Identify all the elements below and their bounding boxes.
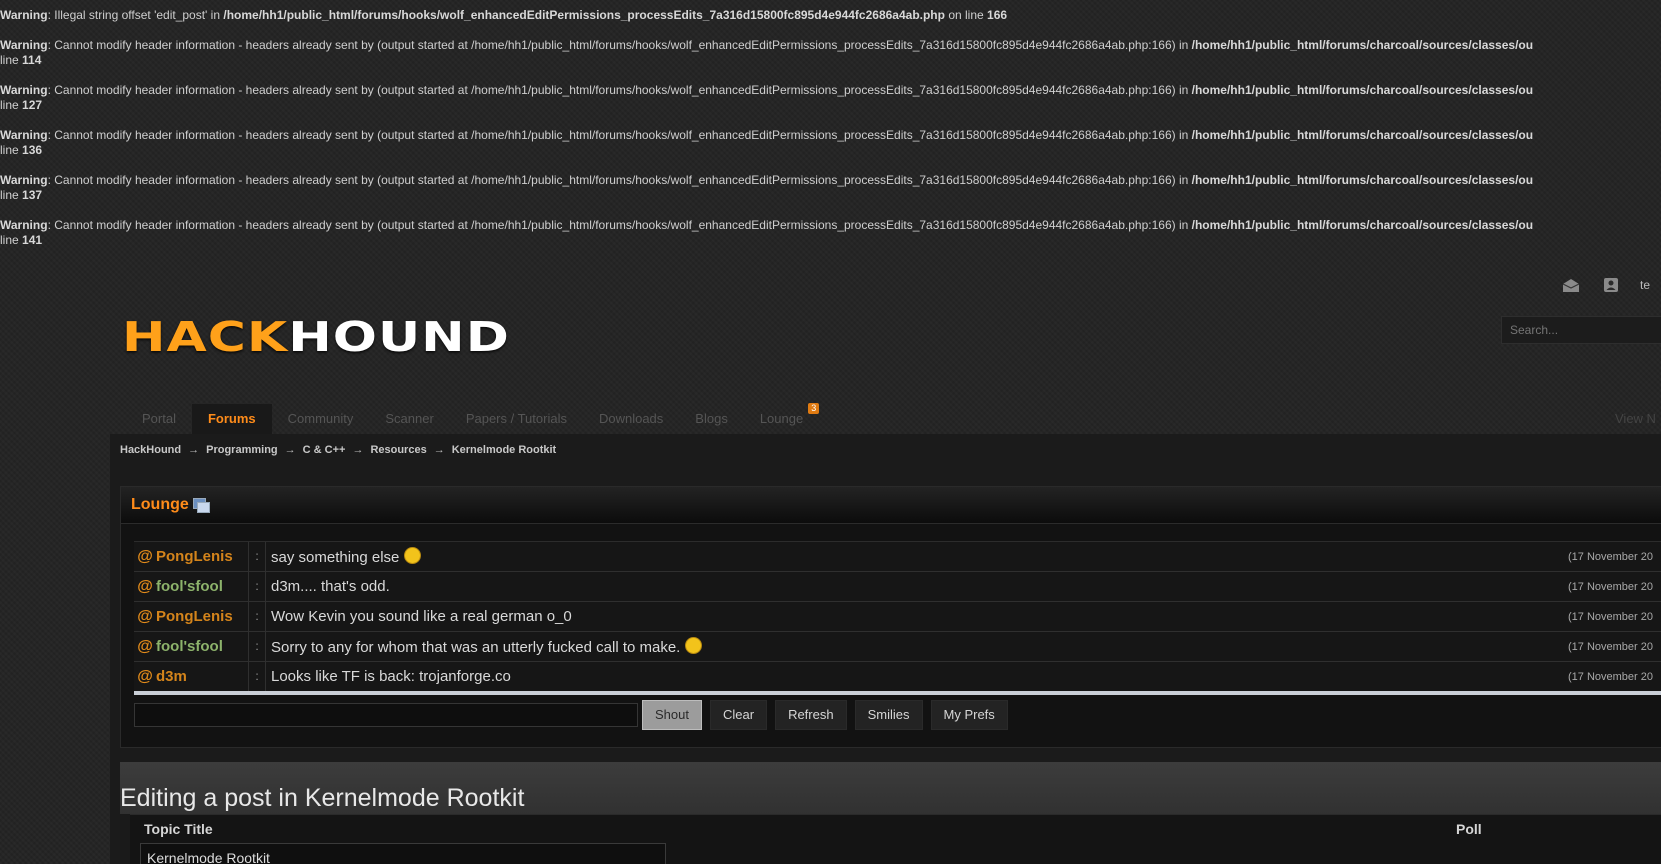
warning-line: Warning: Cannot modify header informatio… xyxy=(0,173,1534,202)
breadcrumb-separator: → xyxy=(188,444,200,456)
shout-time: (17 November 20 xyxy=(1568,640,1653,653)
shout-row: @ d3m : Looks like TF is back: trojanfor… xyxy=(134,662,1661,692)
breadcrumb-topic[interactable]: Kernelmode Rootkit xyxy=(452,444,557,456)
shout-list: @ PongLenis : say something else (17 Nov… xyxy=(134,541,1661,692)
view-new-content-link[interactable]: View N xyxy=(1615,404,1656,434)
shout-colon: : xyxy=(249,632,266,661)
shout-row: @ fool'sfool : Sorry to any for whom tha… xyxy=(134,632,1661,662)
shout-username[interactable]: fool'sfool xyxy=(156,632,249,661)
shout-message: say something else xyxy=(266,547,422,566)
shout-colon: : xyxy=(249,662,266,691)
shout-row: @ fool'sfool : d3m.... that's odd. (17 N… xyxy=(134,572,1661,602)
tab-portal[interactable]: Portal xyxy=(126,404,192,434)
topic-title-input[interactable] xyxy=(140,843,666,864)
lounge-shoutbox: Lounge @ PongLenis : say something else … xyxy=(120,486,1661,748)
mention-button[interactable]: @ xyxy=(134,548,156,566)
tab-blogs[interactable]: Blogs xyxy=(679,404,744,434)
lounge-count-badge: 3 xyxy=(808,403,820,414)
tab-scanner[interactable]: Scanner xyxy=(369,404,449,434)
notification-icon[interactable] xyxy=(1600,274,1622,296)
refresh-button[interactable]: Refresh xyxy=(775,700,847,730)
shout-message: d3m.... that's odd. xyxy=(271,578,390,595)
grin-smiley-icon xyxy=(404,547,422,564)
shout-input[interactable] xyxy=(134,703,638,727)
shout-row: @ PongLenis : Wow Kevin you sound like a… xyxy=(134,602,1661,632)
shout-time: (17 November 20 xyxy=(1568,580,1653,593)
shout-scrollbar[interactable] xyxy=(134,691,1661,695)
shout-time: (17 November 20 xyxy=(1568,610,1653,623)
shout-button[interactable]: Shout xyxy=(642,700,702,730)
warning-line: Warning: Illegal string offset 'edit_pos… xyxy=(0,8,1008,22)
breadcrumb-separator: → xyxy=(352,444,364,456)
warning-line: Warning: Cannot modify header informatio… xyxy=(0,128,1534,157)
shout-username[interactable]: PongLenis xyxy=(156,602,249,631)
breadcrumb-separator: → xyxy=(284,444,296,456)
shout-username[interactable]: PongLenis xyxy=(156,542,249,571)
tab-community[interactable]: Community xyxy=(272,404,370,434)
poll-label[interactable]: Poll xyxy=(1456,821,1482,837)
my-prefs-button[interactable]: My Prefs xyxy=(930,700,1008,730)
topic-title-label: Topic Title xyxy=(144,821,213,837)
php-warnings: Warning: Illegal string offset 'edit_pos… xyxy=(0,8,1661,263)
shout-message: Sorry to any for whom that was an utterl… xyxy=(266,637,703,656)
mention-button[interactable]: @ xyxy=(134,608,156,626)
warning-line: Warning: Cannot modify header informatio… xyxy=(0,38,1534,67)
warning-line: Warning: Cannot modify header informatio… xyxy=(0,83,1534,112)
breadcrumb-c-cpp[interactable]: C & C++ xyxy=(303,444,346,456)
tab-forums[interactable]: Forums xyxy=(191,404,272,434)
search-input[interactable] xyxy=(1502,317,1661,343)
shout-colon: : xyxy=(249,542,266,571)
shout-colon: : xyxy=(249,602,266,631)
site-logo[interactable]: HACKHOUND xyxy=(122,317,510,368)
mention-button[interactable]: @ xyxy=(134,668,156,686)
shout-time: (17 November 20 xyxy=(1568,670,1653,683)
shout-form: Shout Clear Refresh Smilies My Prefs xyxy=(134,700,1008,730)
username-link[interactable]: te xyxy=(1640,278,1650,292)
warning-line: Warning: Cannot modify header informatio… xyxy=(0,218,1534,247)
user-bar: te xyxy=(1560,274,1650,296)
smilies-button[interactable]: Smilies xyxy=(854,700,923,730)
logo-hack-text: HACK xyxy=(122,314,289,361)
tab-lounge[interactable]: Lounge 3 xyxy=(744,403,820,434)
mention-button[interactable]: @ xyxy=(134,578,156,596)
page-title: Editing a post in Kernelmode Rootkit xyxy=(120,784,525,812)
sad-smiley-icon xyxy=(685,637,703,654)
shout-username[interactable]: d3m xyxy=(156,662,249,691)
lounge-title[interactable]: Lounge xyxy=(131,496,189,514)
tab-downloads[interactable]: Downloads xyxy=(583,404,679,434)
breadcrumb-separator: → xyxy=(433,444,445,456)
mention-button[interactable]: @ xyxy=(134,638,156,656)
tab-lounge-label: Lounge xyxy=(759,411,804,426)
shout-colon: : xyxy=(249,572,266,601)
search-box xyxy=(1501,316,1661,344)
shout-time: (17 November 20 xyxy=(1568,550,1653,563)
logo-hound-text: HOUND xyxy=(288,314,510,361)
main-content: HackHound → Programming → C & C++ → Resources →… xyxy=(110,434,1661,864)
clear-button[interactable]: Clear xyxy=(709,700,768,730)
tab-papers-tutorials[interactable]: Papers / Tutorials xyxy=(450,404,583,434)
breadcrumb: HackHound → Programming → C & C++ → Resources →… xyxy=(120,444,556,456)
breadcrumb-programming[interactable]: Programming xyxy=(206,444,278,456)
shout-username[interactable]: fool'sfool xyxy=(156,572,249,601)
popout-windows-icon[interactable] xyxy=(192,498,210,513)
edit-form: Topic Title Poll xyxy=(120,814,1661,864)
primary-nav: Portal Forums Community Scanner Papers /… xyxy=(126,403,820,434)
edit-form-inner: Topic Title Poll xyxy=(130,814,1661,864)
lounge-header: Lounge xyxy=(121,487,1661,524)
breadcrumb-resources[interactable]: Resources xyxy=(370,444,426,456)
envelope-icon[interactable] xyxy=(1560,274,1582,296)
shout-row: @ PongLenis : say something else (17 Nov… xyxy=(134,542,1661,572)
shout-message: Wow Kevin you sound like a real german o… xyxy=(271,608,572,625)
breadcrumb-home[interactable]: HackHound xyxy=(120,444,181,456)
shout-message: Looks like TF is back: trojanforge.co xyxy=(271,668,511,685)
